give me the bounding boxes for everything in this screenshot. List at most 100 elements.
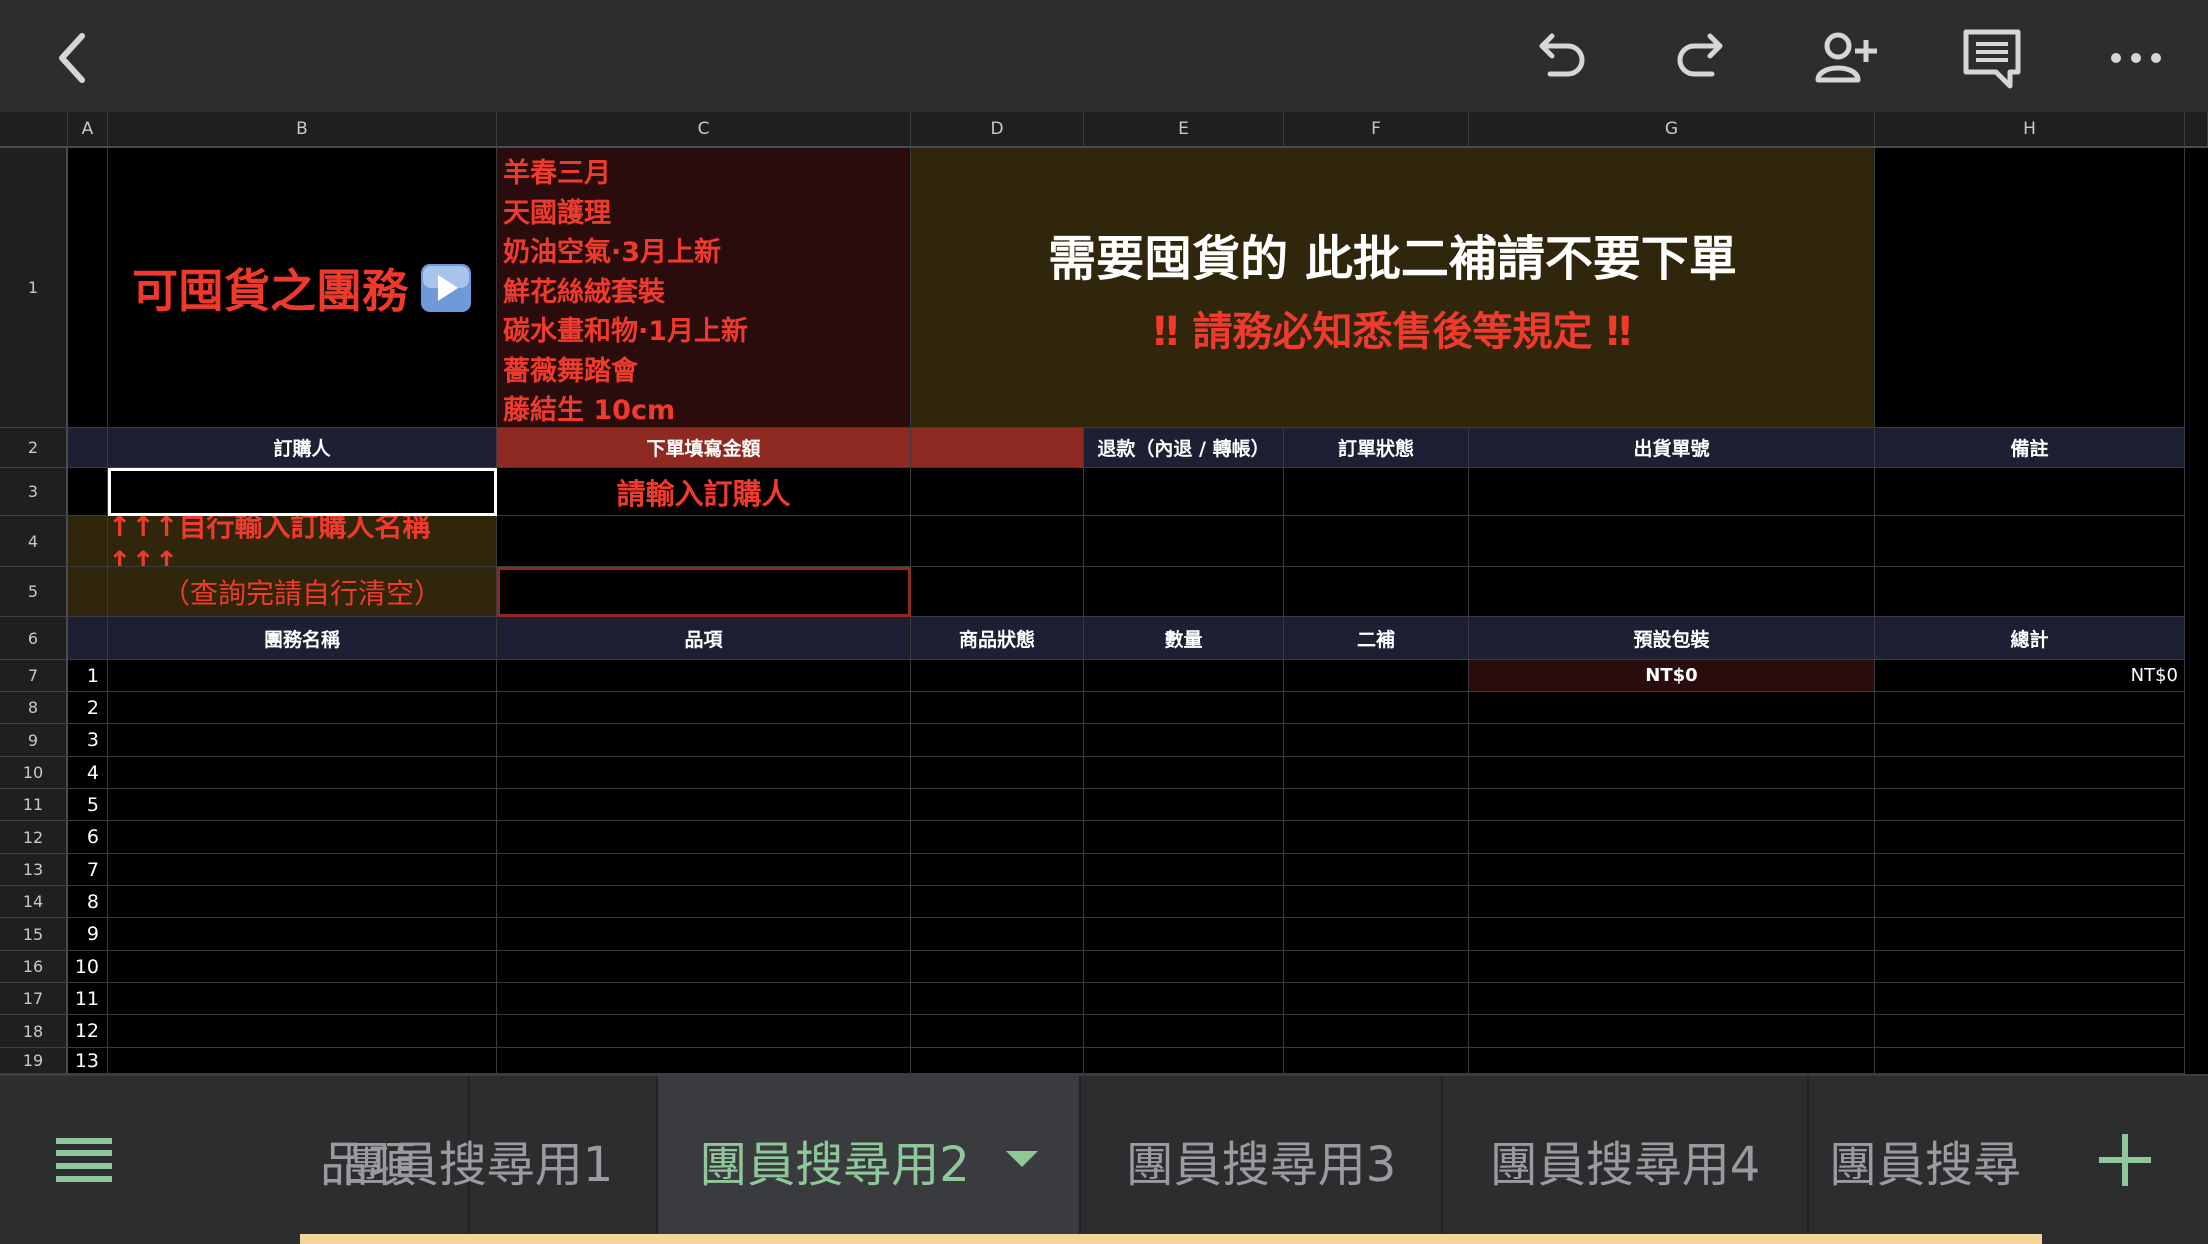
line-number[interactable]: 7: [68, 854, 108, 886]
row-header-3[interactable]: 3: [0, 468, 68, 516]
table-cell[interactable]: [1875, 918, 2185, 951]
line-number[interactable]: 2: [68, 692, 108, 724]
header-order-amount[interactable]: 下單填寫金額: [497, 428, 911, 468]
table-cell[interactable]: [1469, 1048, 1875, 1074]
column-header-g[interactable]: G: [1469, 112, 1875, 148]
row-header-9[interactable]: 9: [0, 724, 68, 757]
row-header-10[interactable]: 10: [0, 757, 68, 789]
table-cell[interactable]: [497, 724, 911, 757]
table-cell[interactable]: [1284, 724, 1469, 757]
table-cell[interactable]: [108, 821, 497, 854]
table-cell[interactable]: [1875, 692, 2185, 724]
table-cell[interactable]: [911, 724, 1084, 757]
table-cell[interactable]: [1469, 1015, 1875, 1048]
cell-a4[interactable]: [68, 516, 108, 567]
row-header-4[interactable]: 4: [0, 516, 68, 567]
column-header-f[interactable]: F: [1284, 112, 1469, 148]
tab-dropdown-icon[interactable]: [1005, 1151, 1038, 1169]
tab-member-search-3[interactable]: 團員搜尋用3: [1081, 1076, 1443, 1244]
row-header-17[interactable]: 17: [0, 983, 68, 1015]
table-cell[interactable]: [911, 1048, 1084, 1074]
table-cell[interactable]: [108, 789, 497, 821]
header-buyer[interactable]: 訂購人: [108, 428, 497, 468]
table-cell[interactable]: [1284, 854, 1469, 886]
table-cell[interactable]: [1284, 692, 1469, 724]
table-cell[interactable]: [1084, 854, 1284, 886]
cell-c4[interactable]: [497, 516, 911, 567]
table-cell[interactable]: [1284, 757, 1469, 789]
table-cell[interactable]: [1875, 886, 2185, 918]
table-cell[interactable]: [1284, 918, 1469, 951]
table-cell[interactable]: [497, 757, 911, 789]
table-cell[interactable]: [911, 918, 1084, 951]
cell-f3[interactable]: [1284, 468, 1469, 516]
cell-h1[interactable]: [1875, 148, 2185, 428]
table-cell[interactable]: [497, 854, 911, 886]
table-cell[interactable]: [108, 1015, 497, 1048]
table-cell[interactable]: [1084, 660, 1284, 692]
line-number[interactable]: 1: [68, 660, 108, 692]
table-cell[interactable]: [1084, 821, 1284, 854]
header-refund[interactable]: 退款（內退 / 轉帳）: [1084, 428, 1284, 468]
header-default-packaging[interactable]: 預設包裝: [1469, 617, 1875, 660]
header-quantity[interactable]: 數量: [1084, 617, 1284, 660]
packaging-price-cell[interactable]: NT$0: [1469, 660, 1875, 692]
cell-d5[interactable]: [911, 567, 1084, 617]
table-cell[interactable]: [497, 789, 911, 821]
table-cell[interactable]: [1469, 724, 1875, 757]
line-number[interactable]: 8: [68, 886, 108, 918]
table-cell[interactable]: [1084, 724, 1284, 757]
table-cell[interactable]: [911, 1015, 1084, 1048]
cell-a2[interactable]: [68, 428, 108, 468]
table-cell[interactable]: [1084, 918, 1284, 951]
cell-h4[interactable]: [1875, 516, 2185, 567]
row-header-14[interactable]: 14: [0, 886, 68, 918]
table-cell[interactable]: [1084, 757, 1284, 789]
table-cell[interactable]: [497, 692, 911, 724]
row-header-6[interactable]: 6: [0, 617, 68, 660]
table-cell[interactable]: [1875, 724, 2185, 757]
table-cell[interactable]: [1084, 951, 1284, 983]
row-header-7[interactable]: 7: [0, 660, 68, 692]
line-number[interactable]: 10: [68, 951, 108, 983]
table-cell[interactable]: [1469, 886, 1875, 918]
column-header-c[interactable]: C: [497, 112, 911, 148]
column-header-d[interactable]: D: [911, 112, 1084, 148]
row-header-5[interactable]: 5: [0, 567, 68, 617]
tab-member-search-1[interactable]: 團員搜尋用1: [300, 1076, 658, 1244]
table-cell[interactable]: [1284, 1048, 1469, 1074]
table-cell[interactable]: [1284, 821, 1469, 854]
table-cell[interactable]: [911, 757, 1084, 789]
table-cell[interactable]: [497, 1048, 911, 1074]
more-options-icon[interactable]: [2100, 22, 2172, 94]
column-header-h[interactable]: H: [1875, 112, 2185, 148]
tab-member-search-2[interactable]: 團員搜尋用2: [658, 1076, 1081, 1244]
table-cell[interactable]: [911, 821, 1084, 854]
table-cell[interactable]: [1875, 951, 2185, 983]
cell-f4[interactable]: [1284, 516, 1469, 567]
header-remarks[interactable]: 備註: [1875, 428, 2185, 468]
line-number[interactable]: 6: [68, 821, 108, 854]
table-cell[interactable]: [1875, 1048, 2185, 1074]
line-number[interactable]: 4: [68, 757, 108, 789]
table-cell[interactable]: [1469, 983, 1875, 1015]
table-cell[interactable]: [108, 724, 497, 757]
table-cell[interactable]: [108, 951, 497, 983]
table-cell[interactable]: [1084, 886, 1284, 918]
table-cell[interactable]: [1084, 1048, 1284, 1074]
cell-c1[interactable]: 羊春三月 天國護理 奶油空氣·3月上新 鮮花絲絨套裝 碳水畫和物·1月上新 薔薇…: [497, 148, 911, 428]
row-header-8[interactable]: 8: [0, 692, 68, 724]
buyer-input-cell[interactable]: [108, 468, 497, 516]
total-price-cell[interactable]: NT$0: [1875, 660, 2185, 692]
row-header-11[interactable]: 11: [0, 789, 68, 821]
table-cell[interactable]: [1284, 789, 1469, 821]
table-cell[interactable]: [1469, 692, 1875, 724]
cell-h3[interactable]: [1875, 468, 2185, 516]
row-header-2[interactable]: 2: [0, 428, 68, 468]
header-order-status[interactable]: 訂單狀態: [1284, 428, 1469, 468]
table-cell[interactable]: [108, 692, 497, 724]
table-cell[interactable]: [1284, 951, 1469, 983]
amount-input-cell[interactable]: [497, 567, 911, 617]
tab-member-search-4[interactable]: 團員搜尋用4: [1443, 1076, 1809, 1244]
table-cell[interactable]: [1084, 1015, 1284, 1048]
